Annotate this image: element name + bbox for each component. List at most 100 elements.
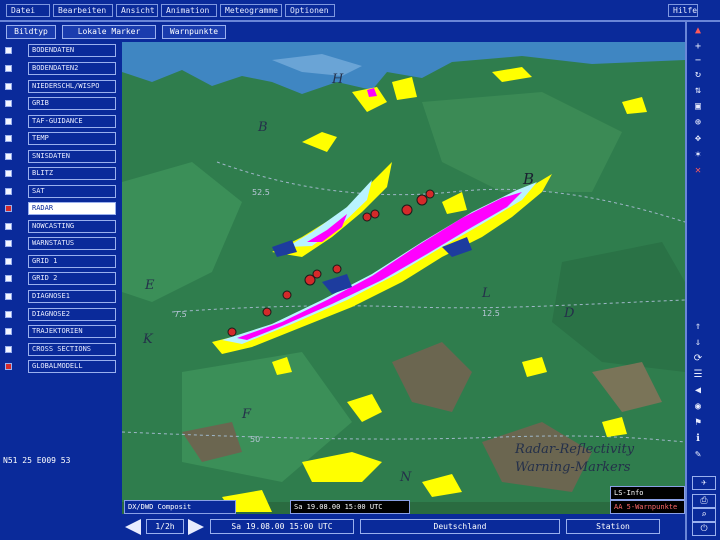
step-forward-icon[interactable] (188, 519, 204, 535)
layer-button-cross-sections[interactable]: CROSS SECTIONS (28, 343, 116, 356)
fit-icon[interactable]: ▣ (691, 100, 705, 114)
layer-checkbox[interactable] (5, 83, 12, 90)
layer-checkbox-checked[interactable] (5, 205, 12, 212)
layer-button-warnstatus[interactable]: WARNSTATUS (28, 237, 116, 250)
warning-marker (282, 290, 292, 300)
menu-meteogramme[interactable]: Meteogramme (220, 4, 282, 17)
layer-row: TRAJEKTORIEN (0, 325, 122, 339)
layer-row: CROSS SECTIONS (0, 343, 122, 357)
layer-button-nowcasting[interactable]: NOWCASTING (28, 220, 116, 233)
star-icon[interactable]: ✶ (691, 148, 705, 162)
pressure-label: B (523, 170, 535, 188)
layer-button-radar[interactable]: RADAR (28, 202, 116, 215)
composit-legend: DX/DWD Composit (124, 500, 236, 514)
flag-icon[interactable]: ⚑ (691, 416, 705, 430)
layer-checkbox[interactable] (5, 47, 12, 54)
layer-row: NOWCASTING (0, 220, 122, 234)
layer-checkbox[interactable] (5, 293, 12, 300)
layer-row: NIEDERSCHL/WISPO (0, 80, 122, 94)
menu-hilfe[interactable]: Hilfe (668, 4, 698, 17)
radar-map[interactable]: H B B E L D K F N 52.5 7.5 12.5 50 Radar… (122, 42, 685, 514)
layer-checkbox[interactable] (5, 223, 12, 230)
layer-button-bodendaten[interactable]: BODENDATEN (28, 44, 116, 57)
layer-checkbox[interactable] (5, 65, 12, 72)
layer-checkbox[interactable] (5, 346, 12, 353)
layer-checkbox[interactable] (5, 240, 12, 247)
layer-button-grid1[interactable]: GRID 1 (28, 255, 116, 268)
layer-button-niederschl[interactable]: NIEDERSCHL/WISPO (28, 80, 116, 93)
close-icon[interactable]: ✕ (691, 164, 705, 178)
layer-row: GLOBALMODELL (0, 360, 122, 374)
menu-animation[interactable]: Animation (161, 4, 217, 17)
layer-checkbox[interactable] (5, 100, 12, 107)
layer-row: SAT (0, 185, 122, 199)
layer-button-taf-guidance[interactable]: TAF-GUIDANCE (28, 115, 116, 128)
region-selector[interactable]: Deutschland (360, 519, 560, 534)
list-icon[interactable]: ☰ (691, 368, 705, 382)
refresh-icon[interactable]: ⟳ (691, 352, 705, 366)
time-step[interactable]: 1/2h (146, 519, 184, 534)
scale-icon[interactable]: ⇅ (691, 84, 705, 98)
exit-icon[interactable]: ⏻ (692, 522, 716, 536)
layer-checkbox[interactable] (5, 118, 12, 125)
layer-checkbox[interactable] (5, 258, 12, 265)
lokale-marker-button[interactable]: Lokale Marker (62, 25, 156, 39)
mode-selector[interactable]: Station (566, 519, 660, 534)
warning-marker (425, 189, 435, 199)
tools-icon[interactable]: ✎ (691, 448, 705, 462)
layer-row: BODENDATEN (0, 44, 122, 58)
zoom-in-icon[interactable]: + (691, 40, 705, 54)
warnpunkte-legend: AA 5-Warnpunkte (610, 500, 685, 514)
layer-checkbox[interactable] (5, 275, 12, 282)
sound-icon[interactable]: ◀ (691, 384, 705, 398)
info-icon[interactable]: ℹ (691, 432, 705, 446)
layer-button-grid2[interactable]: GRID 2 (28, 272, 116, 285)
pressure-label: D (564, 306, 575, 321)
up-arrow-icon[interactable]: ▲ (691, 24, 705, 38)
center-icon[interactable]: ⊕ (691, 116, 705, 130)
layer-button-temp[interactable]: TEMP (28, 132, 116, 145)
camera-icon[interactable]: ◉ (691, 400, 705, 414)
layer-button-grib[interactable]: GRIB (28, 97, 116, 110)
overlay-caption-line1: Radar-Reflectivity (515, 442, 635, 457)
rotate-icon[interactable]: ↻ (691, 68, 705, 82)
magnifier-icon[interactable]: ⌕ (692, 508, 716, 522)
layer-button-diagnose1[interactable]: DIAGNOSE1 (28, 290, 116, 303)
step-back-icon[interactable] (125, 519, 141, 535)
layer-checkbox[interactable] (5, 328, 12, 335)
layer-checkbox[interactable] (5, 153, 12, 160)
menu-ansicht[interactable]: Ansicht (116, 4, 158, 17)
plane-icon[interactable]: ✈ (692, 476, 716, 490)
layer-checkbox[interactable] (5, 170, 12, 177)
menu-bearbeiten[interactable]: Bearbeiten (53, 4, 113, 17)
layer-checkbox[interactable] (5, 135, 12, 142)
pressure-label: K (143, 332, 153, 347)
menu-optionen[interactable]: Optionen (285, 4, 335, 17)
menu-bar: Datei Bearbeiten Ansicht Animation Meteo… (0, 0, 720, 22)
layer-up-icon[interactable]: ⇑ (691, 320, 705, 334)
zoom-out-icon[interactable]: − (691, 54, 705, 68)
layer-row: GRID 2 (0, 272, 122, 286)
pan-icon[interactable]: ✥ (691, 132, 705, 146)
layer-button-blitz[interactable]: BLITZ (28, 167, 116, 180)
layer-button-snisdaten[interactable]: SNISDATEN (28, 150, 116, 163)
print-icon[interactable]: ⎙ (692, 494, 716, 508)
bottom-status-bar: 1/2h Sa 19.08.00 15:00 UTC Deutschland S… (0, 514, 685, 540)
layer-checkbox[interactable] (5, 188, 12, 195)
layer-checkbox-checked[interactable] (5, 363, 12, 370)
layer-down-icon[interactable]: ⇓ (691, 336, 705, 350)
layer-button-globalmodell[interactable]: GLOBALMODELL (28, 360, 116, 373)
layer-button-sat[interactable]: SAT (28, 185, 116, 198)
warning-marker (401, 204, 413, 216)
menu-datei[interactable]: Datei (6, 4, 50, 17)
bildtyp-button[interactable]: Bildtyp (6, 25, 56, 39)
warnpunkte-button[interactable]: Warnpunkte (162, 25, 226, 39)
layer-checkbox[interactable] (5, 311, 12, 318)
layer-row: DIAGNOSE1 (0, 290, 122, 304)
layer-button-diagnose2[interactable]: DIAGNOSE2 (28, 308, 116, 321)
layer-button-trajektorien[interactable]: TRAJEKTORIEN (28, 325, 116, 338)
layer-row: TAF-GUIDANCE (0, 115, 122, 129)
pressure-label: L (482, 286, 491, 301)
layer-button-bodendaten2[interactable]: BODENDATEN2 (28, 62, 116, 75)
legend-time: Sa 19.08.00 15:00 UTC (290, 500, 410, 514)
